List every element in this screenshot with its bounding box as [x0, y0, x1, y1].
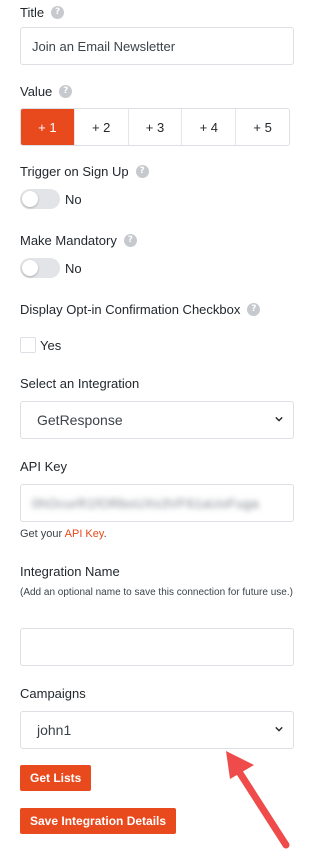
help-icon[interactable]: ?	[123, 234, 137, 247]
make-mandatory-label: Make Mandatory ?	[20, 233, 137, 248]
value-button-group: + 1 + 2 + 3 + 4 + 5	[20, 108, 290, 146]
help-icon[interactable]: ?	[135, 165, 149, 178]
help-icon[interactable]: ?	[51, 6, 65, 19]
trigger-signup-toggle-row: No	[20, 189, 82, 209]
campaigns-select[interactable]: john1	[20, 711, 294, 749]
optin-checkbox[interactable]	[20, 337, 36, 353]
value-option-2[interactable]: + 2	[74, 109, 129, 145]
value-label: Value ?	[20, 84, 73, 99]
make-mandatory-toggle[interactable]	[20, 258, 60, 278]
toggle-knob	[22, 191, 38, 207]
campaigns-label: Campaigns	[20, 686, 86, 701]
toggle-state-label: No	[65, 191, 82, 207]
title-input[interactable]: Join an Email Newsletter	[20, 27, 294, 65]
trigger-signup-label: Trigger on Sign Up ?	[20, 164, 149, 179]
toggle-state-label: No	[65, 260, 82, 276]
value-option-5[interactable]: + 5	[236, 109, 289, 145]
toggle-knob	[22, 260, 38, 276]
optin-label: Display Opt-in Confirmation Checkbox ?	[20, 302, 261, 317]
trigger-signup-toggle[interactable]	[20, 189, 60, 209]
optin-yes-label: Yes	[40, 337, 62, 353]
help-icon[interactable]: ?	[247, 303, 261, 316]
help-icon[interactable]: ?	[59, 85, 73, 98]
save-integration-button[interactable]: Save Integration Details	[20, 808, 177, 834]
chevron-down-icon	[275, 726, 283, 732]
red-arrow-annotation	[226, 751, 290, 849]
value-option-4[interactable]: + 4	[182, 109, 237, 145]
integration-name-note: (Add an optional name to save this conne…	[20, 587, 293, 598]
chevron-down-icon	[275, 416, 283, 422]
api-key-help: Get your API Key.	[20, 528, 107, 540]
integration-select[interactable]: GetResponse	[20, 401, 294, 439]
get-lists-button[interactable]: Get Lists	[20, 765, 92, 791]
title-label: Title ?	[20, 5, 65, 20]
api-key-label: API Key	[20, 459, 67, 474]
value-option-1[interactable]: + 1	[21, 109, 75, 145]
integration-name-input[interactable]	[20, 628, 294, 666]
integration-label: Select an Integration	[20, 376, 140, 391]
value-option-3[interactable]: + 3	[128, 109, 183, 145]
optin-check-row: Yes	[20, 337, 61, 353]
make-mandatory-toggle-row: No	[20, 258, 82, 278]
api-key-input[interactable]: 0hOcurR1fORboUXs3VF61aUoFuga	[20, 484, 294, 522]
integration-name-label: Integration Name	[20, 564, 120, 579]
api-key-link[interactable]: API Key	[65, 528, 104, 540]
